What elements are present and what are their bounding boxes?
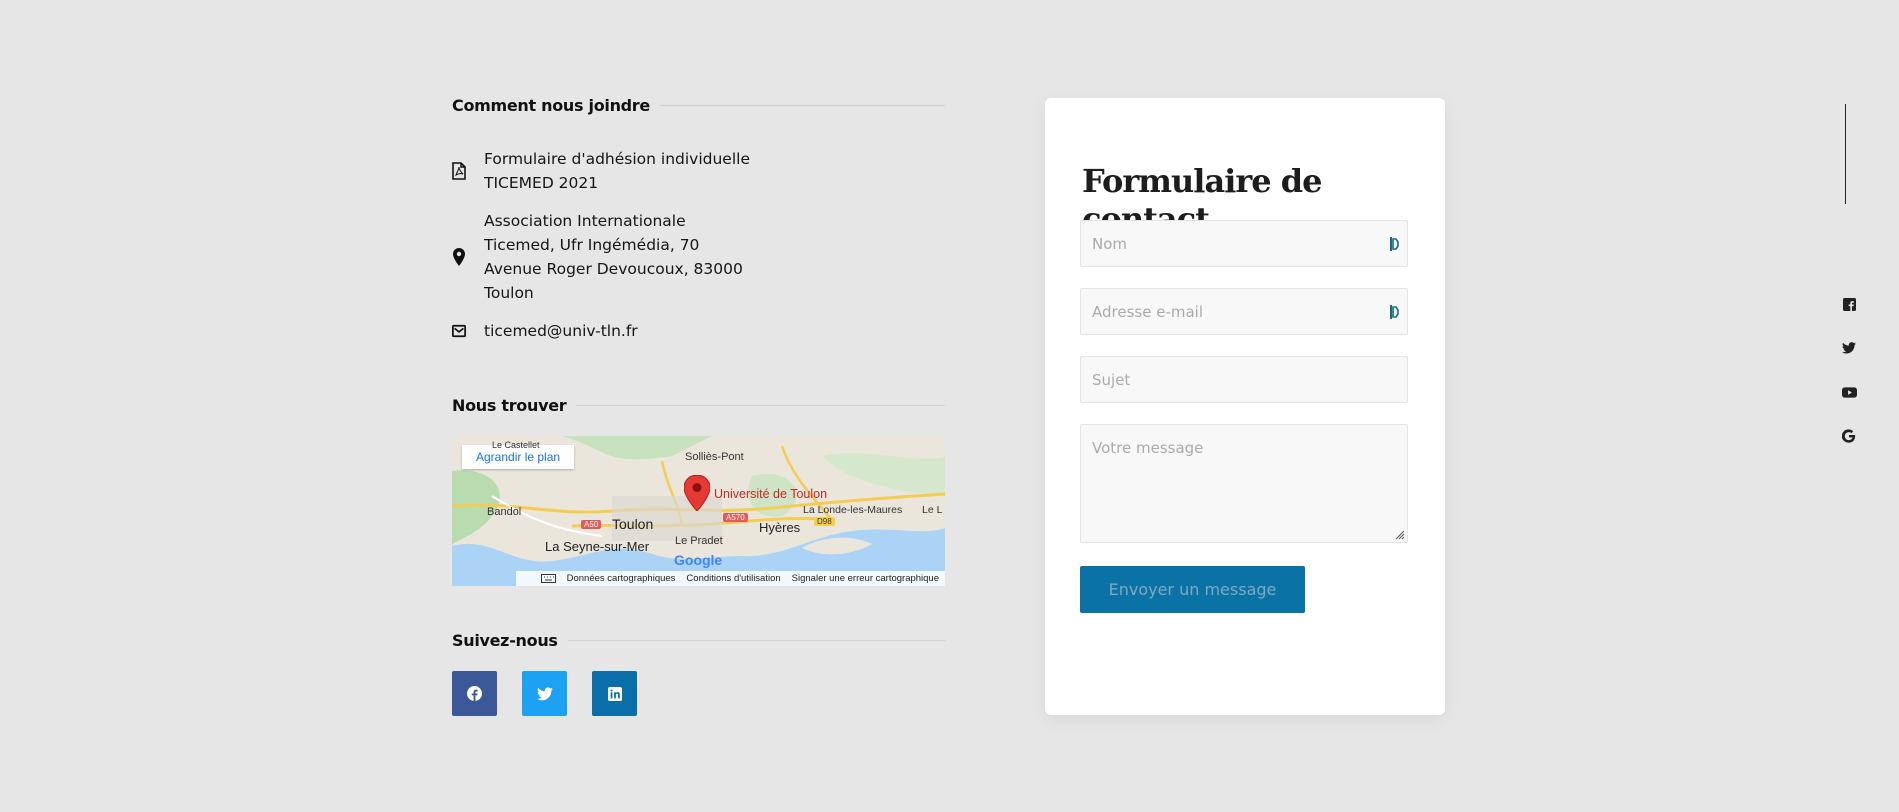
contact-info-list: Formulaire d'adhésion individuelle TICEM… xyxy=(452,147,945,343)
side-social-icons xyxy=(1841,296,1857,444)
left-column: Comment nous joindre Formulaire d'adhési… xyxy=(452,96,945,716)
twitter-icon xyxy=(536,686,553,700)
twitter-icon[interactable] xyxy=(1841,340,1857,356)
road-badge: D98 xyxy=(814,517,835,526)
address-line-3: Avenue Roger Devoucoux, 83000 xyxy=(484,260,743,278)
map-footer: Données cartographiques Conditions d'uti… xyxy=(452,571,945,586)
facebook-icon[interactable] xyxy=(1841,296,1857,312)
map-heading: Nous trouver xyxy=(452,396,945,415)
membership-form-line-2: TICEMED 2021 xyxy=(484,174,599,192)
subject-placeholder: Sujet xyxy=(1092,371,1131,389)
place-label: Hyères xyxy=(759,520,801,535)
place-label: Bandol xyxy=(487,506,522,518)
mail-icon xyxy=(452,321,466,341)
message-textarea[interactable]: Votre message xyxy=(1080,424,1408,543)
place-label: Le L xyxy=(922,504,943,516)
map-report-link[interactable]: Signaler une erreur cartographique xyxy=(792,573,939,584)
side-divider xyxy=(1845,104,1846,204)
map-terms-link[interactable]: Conditions d'utilisation xyxy=(686,573,780,584)
name-field[interactable]: Nom xyxy=(1080,220,1408,267)
twitter-button[interactable] xyxy=(522,671,567,716)
map-marker-icon[interactable] xyxy=(684,475,710,511)
youtube-icon[interactable] xyxy=(1841,384,1857,400)
facebook-button[interactable] xyxy=(452,671,497,716)
road-badge: A570 xyxy=(723,513,748,522)
contact-heading-text: Comment nous joindre xyxy=(452,96,650,115)
facebook-icon xyxy=(467,686,482,701)
keyboard-icon[interactable] xyxy=(540,574,556,583)
place-label: Solliès-Pont xyxy=(685,451,744,463)
place-label: Le Castellet xyxy=(492,440,540,450)
google-icon[interactable] xyxy=(1841,428,1857,444)
map-heading-text: Nous trouver xyxy=(452,396,567,415)
send-message-button[interactable]: Envoyer un message xyxy=(1080,566,1305,613)
google-map[interactable]: Agrandir le plan Le Castellet Solliès-Po… xyxy=(452,436,945,586)
heading-divider xyxy=(567,640,945,641)
follow-heading: Suivez-nous xyxy=(452,631,945,650)
email-link[interactable]: ticemed@univ-tln.fr xyxy=(452,319,945,343)
email-placeholder: Adresse e-mail xyxy=(1092,303,1203,321)
name-placeholder: Nom xyxy=(1092,235,1128,253)
place-label: Le Pradet xyxy=(675,535,723,547)
address-line-4: Toulon xyxy=(484,284,534,302)
email-address: ticemed@univ-tln.fr xyxy=(484,322,638,340)
membership-form-line-1: Formulaire d'adhésion individuelle xyxy=(484,150,750,168)
social-buttons xyxy=(452,671,637,716)
map-data-link[interactable]: Données cartographiques xyxy=(567,573,676,584)
road-badge: A50 xyxy=(581,520,602,529)
contact-heading: Comment nous joindre xyxy=(452,96,945,115)
email-field[interactable]: Adresse e-mail xyxy=(1080,288,1408,335)
address-line-1: Association Internationale xyxy=(484,212,686,230)
place-label: Toulon xyxy=(612,516,654,532)
heading-divider xyxy=(659,105,945,106)
address-line-2: Ticemed, Ufr Ingémédia, 70 xyxy=(484,236,700,254)
linkedin-button[interactable] xyxy=(592,671,637,716)
password-manager-icon[interactable] xyxy=(1390,236,1399,252)
place-label: La Seyne-sur-Mer xyxy=(545,539,650,554)
message-placeholder: Votre message xyxy=(1092,439,1204,457)
follow-heading-text: Suivez-nous xyxy=(452,631,558,650)
map-pin-icon xyxy=(452,247,466,267)
google-logo: Google xyxy=(674,552,723,568)
subject-field[interactable]: Sujet xyxy=(1080,356,1408,403)
place-label: La Londe-les-Maures xyxy=(803,504,903,516)
contact-form-card: Formulaire de contact Nom Adresse e-mail… xyxy=(1045,98,1445,715)
resize-grip-icon[interactable] xyxy=(1393,528,1405,540)
place-label-universite[interactable]: Université de Toulon xyxy=(714,487,827,501)
password-manager-icon[interactable] xyxy=(1390,304,1399,320)
linkedin-icon xyxy=(607,686,622,701)
membership-form-link[interactable]: Formulaire d'adhésion individuelle TICEM… xyxy=(452,147,945,195)
address-item: Association Internationale Ticemed, Ufr … xyxy=(452,209,945,305)
heading-divider xyxy=(576,405,945,406)
pdf-file-icon xyxy=(452,161,466,181)
